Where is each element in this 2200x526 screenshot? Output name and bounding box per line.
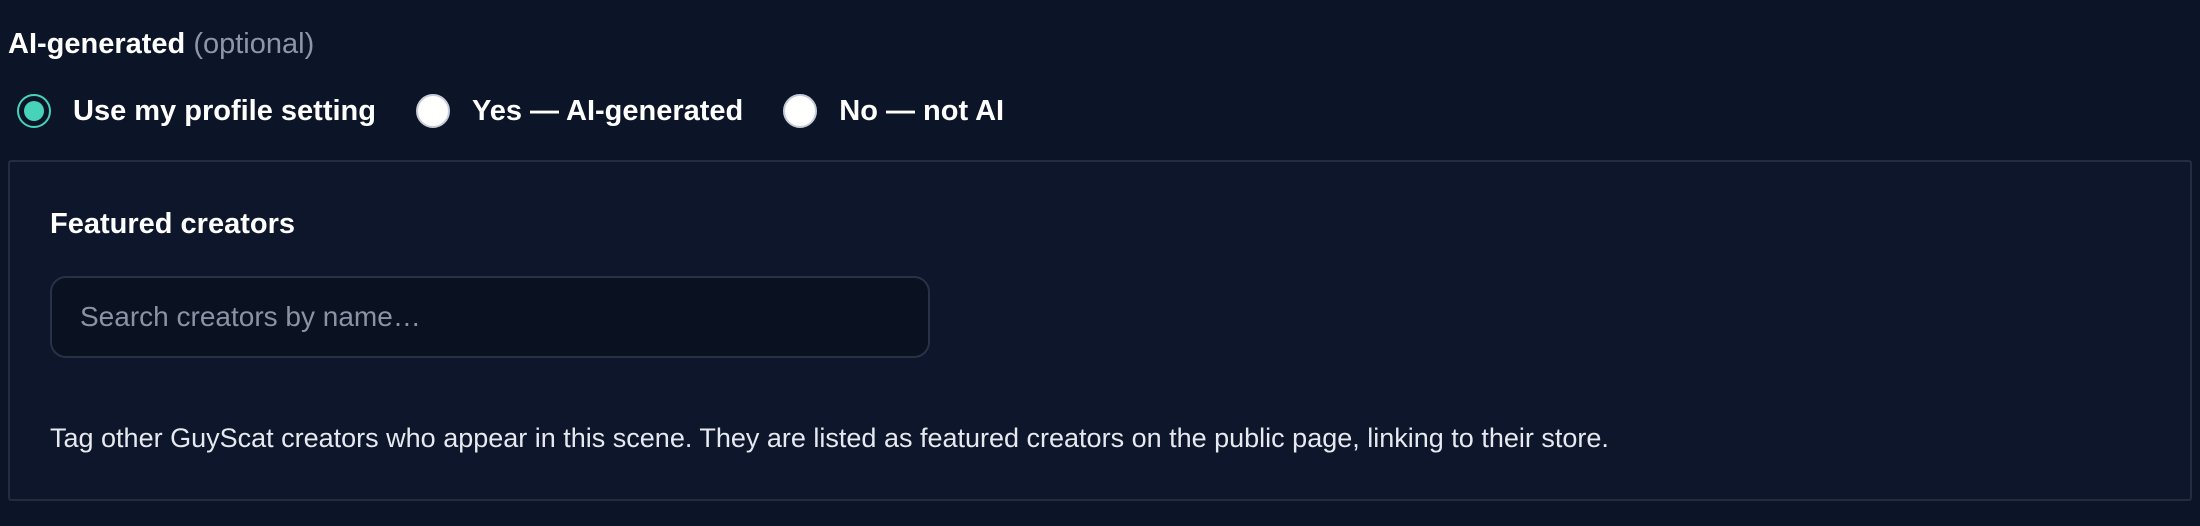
optional-hint: (optional) [193, 28, 315, 60]
featured-creators-panel: Featured creators Tag other GuyScat crea… [8, 160, 2192, 501]
ai-generated-radio-group: Use my profile setting Yes — AI-generate… [17, 88, 1044, 134]
ai-generated-and-featured-creators-form: AI-generated (optional) Use my profile s… [0, 0, 2200, 526]
radio-label-use-profile-setting[interactable]: Use my profile setting [73, 95, 376, 128]
radio-option-no-not-ai[interactable]: No — not AI [783, 94, 1004, 128]
radio-label-yes-ai-generated[interactable]: Yes — AI-generated [472, 95, 743, 128]
radio-button-use-profile-setting[interactable] [17, 94, 51, 128]
ai-generated-field-label: AI-generated (optional) [8, 26, 314, 62]
radio-button-no-not-ai[interactable] [783, 94, 818, 128]
featured-creators-title: Featured creators [50, 208, 295, 240]
radio-label-no-not-ai[interactable]: No — not AI [839, 95, 1004, 128]
radio-option-yes-ai-generated[interactable]: Yes — AI-generated [415, 94, 743, 128]
radio-selected-dot [24, 101, 44, 121]
radio-button-yes-ai-generated[interactable] [415, 94, 450, 128]
featured-creators-help-text: Tag other GuyScat creators who appear in… [50, 423, 1609, 453]
ai-generated-label-text: AI-generated [8, 28, 186, 60]
creator-search-input[interactable] [50, 276, 930, 358]
radio-option-use-profile-setting[interactable]: Use my profile setting [17, 94, 376, 128]
